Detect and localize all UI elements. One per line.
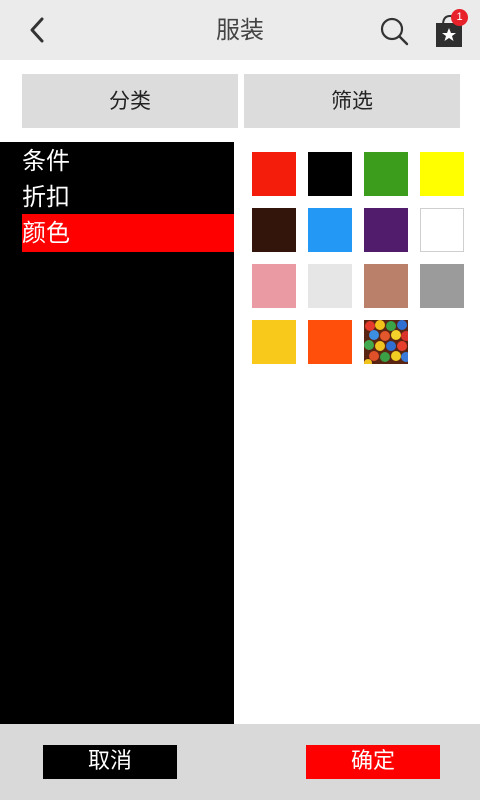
candy-pattern-icon	[364, 320, 408, 364]
swatch-green[interactable]	[364, 152, 408, 196]
cancel-button[interactable]: 取消	[43, 745, 177, 779]
swatch-white[interactable]	[420, 208, 464, 252]
filter-item-condition[interactable]: 条件	[22, 142, 234, 180]
swatch-purple[interactable]	[364, 208, 408, 252]
confirm-button[interactable]: 确定	[306, 745, 440, 779]
swatch-gray[interactable]	[420, 264, 464, 308]
back-arrow-icon	[30, 17, 44, 43]
swatch-dark-brown[interactable]	[252, 208, 296, 252]
back-button[interactable]	[24, 14, 54, 46]
cart-count-badge: 1	[451, 9, 468, 26]
filter-menu: 条件 折扣 颜色	[0, 142, 234, 724]
swatch-light-gray[interactable]	[308, 264, 352, 308]
swatch-sky-blue[interactable]	[308, 208, 352, 252]
filter-item-discount[interactable]: 折扣	[22, 178, 234, 216]
tab-filter[interactable]: 筛选	[244, 74, 460, 128]
swatch-black[interactable]	[308, 152, 352, 196]
filter-screen: 服装 1 分类 筛选 条件 折扣 颜色 取消 确定	[0, 0, 480, 800]
swatch-tan[interactable]	[364, 264, 408, 308]
swatch-red[interactable]	[252, 152, 296, 196]
search-button[interactable]	[378, 14, 412, 48]
filter-item-color[interactable]: 颜色	[22, 214, 234, 252]
top-bar: 服装 1	[0, 0, 480, 60]
tab-category[interactable]: 分类	[22, 74, 238, 128]
swatch-gold[interactable]	[252, 320, 296, 364]
swatch-pink[interactable]	[252, 264, 296, 308]
swatch-multicolor[interactable]	[364, 320, 408, 364]
swatch-orange[interactable]	[308, 320, 352, 364]
swatch-yellow[interactable]	[420, 152, 464, 196]
search-icon	[380, 17, 409, 46]
